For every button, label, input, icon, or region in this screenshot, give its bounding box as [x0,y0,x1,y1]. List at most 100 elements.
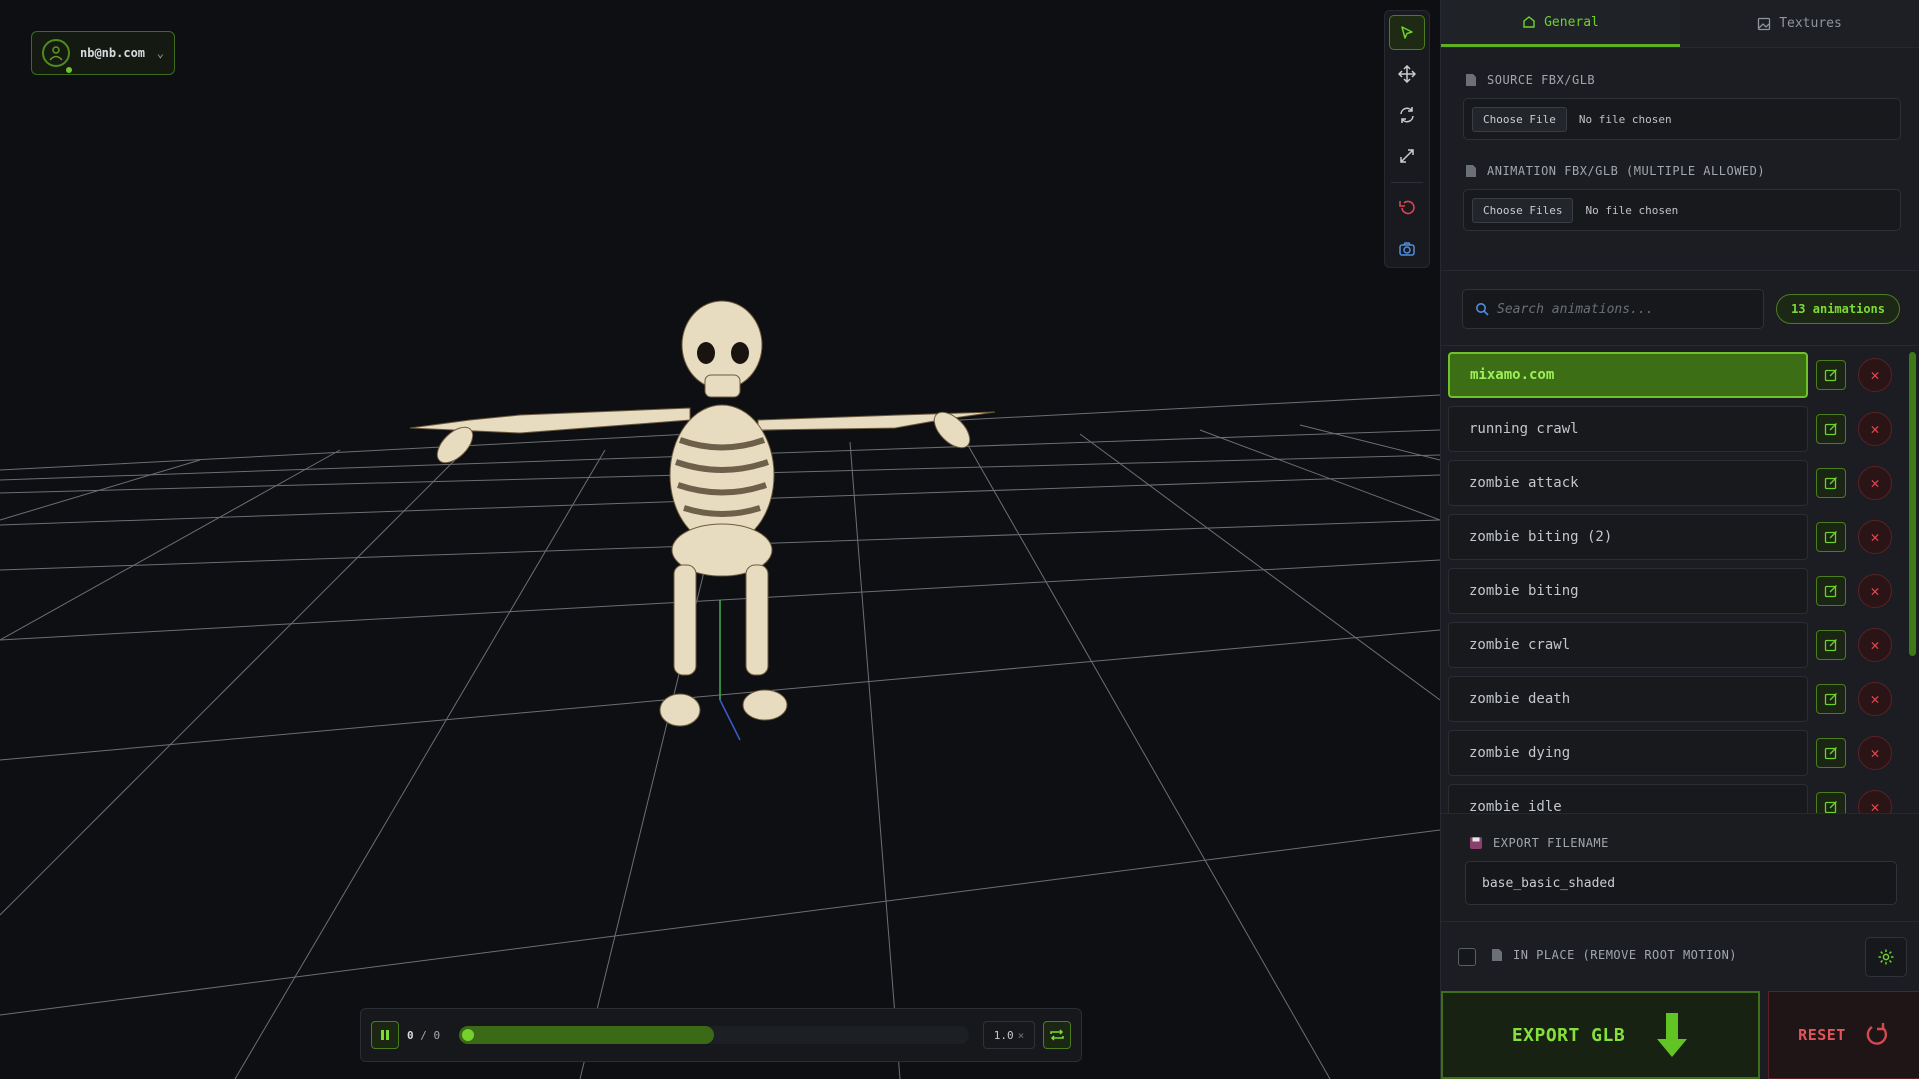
edit-animation-button[interactable] [1816,522,1846,552]
move-icon [1398,64,1416,83]
screenshot-button[interactable] [1389,232,1425,267]
animation-row[interactable]: zombie crawl ✕ [1448,622,1892,668]
rotate-icon [1400,106,1414,123]
delete-animation-button[interactable]: ✕ [1858,682,1892,716]
edit-animation-button[interactable] [1816,468,1846,498]
pause-button[interactable] [371,1021,399,1049]
tab-textures[interactable]: Textures [1680,0,1919,47]
close-icon: ✕ [1870,474,1880,492]
edit-icon [1824,531,1837,544]
export-glb-button[interactable]: EXPORT GLB [1441,991,1760,1079]
speed-control[interactable]: 1.0 × [983,1021,1035,1049]
edit-animation-button[interactable] [1816,738,1846,768]
animation-file-section: ANIMATION FBX/GLB (MULTIPLE ALLOWED) Cho… [1441,161,1919,231]
edit-animation-button[interactable] [1816,414,1846,444]
animation-name[interactable]: zombie biting (2) [1448,514,1808,560]
user-menu[interactable]: nb@nb.com ⌄ [31,31,175,75]
close-icon: ✕ [1870,366,1880,384]
source-file-label: SOURCE FBX/GLB [1461,70,1900,90]
animation-file-status: No file chosen [1585,203,1679,217]
edit-icon [1824,639,1837,652]
edit-animation-button[interactable] [1816,792,1846,813]
delete-animation-button[interactable]: ✕ [1858,466,1892,500]
animation-row[interactable]: zombie biting (2) ✕ [1448,514,1892,560]
animation-search-row: Search animations... 13 animations [1462,289,1900,329]
animation-row[interactable]: zombie dying ✕ [1448,730,1892,776]
animation-name[interactable]: zombie dying [1448,730,1808,776]
user-email: nb@nb.com [80,46,146,60]
choose-animation-files-button[interactable]: Choose Files [1472,197,1574,223]
file-icon [1492,949,1502,961]
close-icon: ✕ [1870,744,1880,762]
3d-viewport[interactable]: nb@nb.com ⌄ 0 / 0 1.0 × [0,0,1440,1079]
tab-general-label: General [1544,14,1599,30]
timeline-start-handle[interactable] [462,1029,474,1041]
animation-row[interactable]: zombie attack ✕ [1448,460,1892,506]
choose-source-file-button[interactable]: Choose File [1472,106,1567,132]
user-avatar-icon [42,39,72,73]
in-place-label-text: IN PLACE (REMOVE ROOT MOTION) [1513,948,1738,962]
delete-animation-button[interactable]: ✕ [1858,628,1892,662]
move-tool-button[interactable] [1389,56,1425,91]
edit-icon [1824,369,1837,382]
delete-animation-button[interactable]: ✕ [1858,520,1892,554]
animation-name[interactable]: running crawl [1448,406,1808,452]
refresh-icon [1866,1023,1887,1045]
edit-animation-button[interactable] [1816,576,1846,606]
animation-name[interactable]: zombie attack [1448,460,1808,506]
edit-animation-button[interactable] [1816,630,1846,660]
in-place-checkbox[interactable] [1458,948,1476,966]
delete-animation-button[interactable]: ✕ [1858,790,1892,813]
animation-name[interactable]: zombie death [1448,676,1808,722]
source-file-section: SOURCE FBX/GLB Choose File No file chose… [1441,70,1919,140]
animation-row[interactable]: zombie idle ✕ [1448,784,1892,813]
animation-name[interactable]: zombie idle [1448,784,1808,813]
toolbar-divider [1391,181,1423,183]
export-filename-section: EXPORT FILENAME base_basic_shaded [1441,813,1919,921]
reset-transform-button[interactable] [1389,191,1425,226]
gear-icon [1878,949,1894,965]
section-divider [1441,270,1919,271]
chevron-down-icon: ⌄ [156,46,164,60]
animation-list-scrollbar[interactable] [1909,352,1916,656]
online-status-dot [66,67,72,73]
animation-search-input[interactable]: Search animations... [1462,289,1764,329]
export-filename-input[interactable]: base_basic_shaded [1465,861,1897,905]
delete-animation-button[interactable]: ✕ [1858,736,1892,770]
animation-row[interactable]: zombie biting ✕ [1448,568,1892,614]
delete-animation-button[interactable]: ✕ [1858,574,1892,608]
rotate-tool-button[interactable] [1389,97,1425,132]
animation-row[interactable]: zombie death ✕ [1448,676,1892,722]
source-file-input[interactable]: Choose File No file chosen [1463,98,1901,140]
current-frame: 0 [407,1028,414,1042]
loop-button[interactable] [1043,1021,1071,1049]
arrow-down-icon [1657,1013,1688,1057]
select-tool-button[interactable] [1389,15,1425,51]
speed-suffix: × [1017,1028,1025,1042]
animation-name[interactable]: zombie biting [1448,568,1808,614]
animation-name[interactable]: zombie crawl [1448,622,1808,668]
settings-panel: General Textures SOURCE FBX/GLB Choose F… [1440,0,1919,1079]
pause-icon [381,1030,389,1040]
home-icon [1523,16,1535,28]
file-icon [1466,165,1476,177]
tab-general[interactable]: General [1441,0,1680,47]
animation-name[interactable]: mixamo.com [1448,352,1808,398]
reset-button[interactable]: RESET [1768,991,1919,1079]
edit-icon [1824,423,1837,436]
animation-row[interactable]: running crawl ✕ [1448,406,1892,452]
animation-list[interactable]: mixamo.com ✕ running crawl ✕ zombie attack ✕ z… [1448,346,1910,813]
close-icon: ✕ [1870,582,1880,600]
in-place-label: IN PLACE (REMOVE ROOT MOTION) [1491,948,1737,962]
animation-row[interactable]: mixamo.com ✕ [1448,352,1892,398]
reset-label: RESET [1798,1026,1846,1044]
delete-animation-button[interactable]: ✕ [1858,358,1892,392]
search-placeholder: Search animations... [1497,301,1654,317]
timeline-slider[interactable] [459,1026,969,1044]
scale-tool-button[interactable] [1389,139,1425,174]
delete-animation-button[interactable]: ✕ [1858,412,1892,446]
animation-file-input[interactable]: Choose Files No file chosen [1463,189,1901,231]
edit-animation-button[interactable] [1816,360,1846,390]
edit-animation-button[interactable] [1816,684,1846,714]
settings-button[interactable] [1865,937,1907,977]
